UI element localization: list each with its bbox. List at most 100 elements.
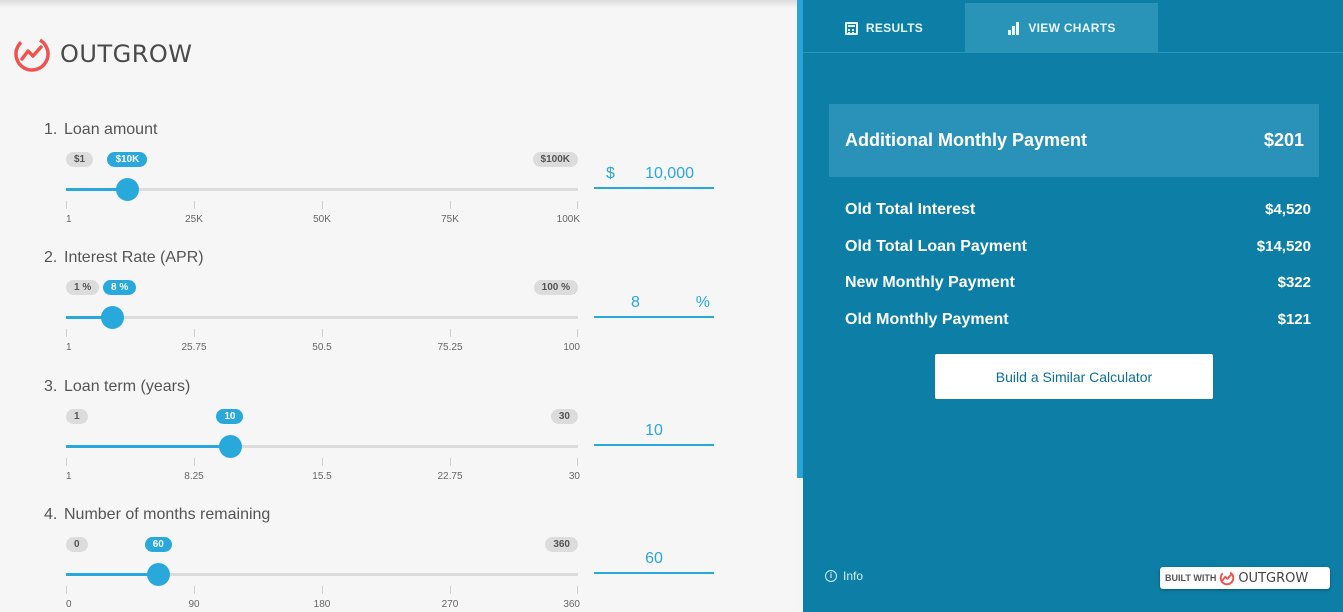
slider-max-badge: 30 <box>550 409 578 424</box>
outgrow-logo[interactable]: OUTGROW <box>13 35 193 73</box>
question-4-input[interactable]: 60 <box>594 544 714 574</box>
slider-tick <box>194 329 195 337</box>
slider-max-badge: 100 % <box>533 280 578 295</box>
slider-tick-label: 75K <box>441 214 459 225</box>
tab-results-label: RESULTS <box>865 21 924 35</box>
input-value: 8 <box>631 294 640 311</box>
input-value: 10 <box>645 422 663 439</box>
question-text: Loan term (years) <box>64 378 191 395</box>
question-number: 1. <box>44 121 58 138</box>
slider-current-badge: 8 % <box>103 280 137 295</box>
slider-tick-label: 8.25 <box>184 471 204 482</box>
slider-tick <box>450 329 451 337</box>
results-panel: RESULTS VIEW CHARTS Additional Monthly P… <box>803 0 1343 612</box>
slider-tick-label: 100K <box>556 214 580 225</box>
slider-tick-label: 25K <box>185 214 203 225</box>
question-label: 1. Loan amount <box>44 121 157 139</box>
slider-fill <box>66 573 159 576</box>
slider-tick <box>577 329 578 337</box>
slider-fill <box>66 445 230 448</box>
slider-handle[interactable] <box>116 178 140 201</box>
slider-min-badge: 0 <box>66 537 88 552</box>
question-3-input[interactable]: 10 <box>594 416 714 446</box>
slider-tick <box>322 458 323 466</box>
result-label: Old Total Interest <box>845 201 976 218</box>
built-with-outgrow-badge[interactable]: BUILT WITH OUTGROW <box>1160 567 1330 589</box>
result-row: Old Total Interest $4,520 <box>845 201 1311 219</box>
slider-tick-label: 22.75 <box>437 471 463 482</box>
slider-tick <box>577 201 578 209</box>
result-value: $4,520 <box>1265 201 1311 218</box>
slider-current-badge: $10K <box>107 152 148 167</box>
result-row: Old Total Loan Payment $14,520 <box>845 238 1311 256</box>
result-value: $121 <box>1277 311 1311 328</box>
question-text: Interest Rate (APR) <box>64 249 204 266</box>
slider-track[interactable] <box>66 178 578 201</box>
slider-tick-label: 25.75 <box>181 342 207 353</box>
highlight-label: Additional Monthly Payment <box>845 130 1088 150</box>
slider-tick <box>577 458 578 466</box>
slider-tick-label: 0 <box>66 599 72 610</box>
question-label: 4. Number of months remaining <box>44 506 270 524</box>
slider-tick-label: 15.5 <box>312 471 332 482</box>
result-value: $14,520 <box>1256 238 1311 255</box>
slider-tick-label: 30 <box>568 471 580 482</box>
slider-min-badge: $1 <box>66 152 94 167</box>
result-row: New Monthly Payment $322 <box>845 274 1311 292</box>
question-label: 2. Interest Rate (APR) <box>44 249 204 267</box>
input-suffix: % <box>695 294 710 311</box>
additional-monthly-payment-card: Additional Monthly Payment $201 <box>829 104 1319 177</box>
info-icon: i <box>825 570 837 582</box>
slider-tick <box>450 586 451 594</box>
slider-tick-label: 270 <box>441 599 459 610</box>
slider-tick-label: 75.25 <box>437 342 463 353</box>
info-label: Info <box>843 569 864 583</box>
slider-max-badge: $100K <box>532 152 578 167</box>
slider-tick-label: 360 <box>563 599 580 610</box>
info-link[interactable]: i Info <box>825 569 863 583</box>
slider-tick-label: 1 <box>66 471 72 482</box>
slider-tick-label: 1 <box>66 214 72 225</box>
logo-text: OUTGROW <box>60 40 193 68</box>
slider-track[interactable] <box>66 563 578 586</box>
highlight-value: $201 <box>1263 130 1304 150</box>
slider-current-badge: 10 <box>216 409 244 424</box>
question-number: 3. <box>44 378 58 395</box>
slider-handle[interactable] <box>101 306 125 329</box>
slider-handle[interactable] <box>147 563 171 586</box>
slider-tick <box>194 458 195 466</box>
bar-chart-icon <box>1007 21 1020 35</box>
slider-tick-label: 90 <box>188 599 200 610</box>
slider-tick <box>194 201 195 209</box>
question-2-input[interactable]: 8% <box>594 288 714 318</box>
slider-min-badge: 1 % <box>66 280 100 295</box>
result-label: Old Total Loan Payment <box>845 238 1027 255</box>
result-label: Old Monthly Payment <box>845 311 1009 328</box>
slider-tick <box>66 201 67 209</box>
tab-results[interactable]: RESULTS <box>803 3 965 53</box>
slider-track[interactable] <box>66 306 578 329</box>
built-with-brand: OUTGROW <box>1238 570 1309 586</box>
build-similar-calculator-button[interactable]: Build a Similar Calculator <box>935 354 1213 399</box>
question-number: 4. <box>44 506 58 523</box>
slider-tick <box>66 458 67 466</box>
calculator-icon <box>844 21 858 35</box>
question-text: Number of months remaining <box>64 506 271 523</box>
slider-tick <box>577 586 578 594</box>
result-value: $322 <box>1277 274 1311 291</box>
slider-tick-label: 100 <box>563 342 580 353</box>
question-1-input[interactable]: $10,000 <box>594 159 714 189</box>
input-value: 10,000 <box>645 165 694 182</box>
slider-tick <box>194 586 195 594</box>
slider-handle[interactable] <box>218 435 242 458</box>
input-value: 60 <box>645 550 663 567</box>
tab-view-charts[interactable]: VIEW CHARTS <box>965 3 1158 53</box>
slider-tick <box>66 586 67 594</box>
question-text: Loan amount <box>64 121 158 138</box>
input-prefix: $ <box>606 165 615 182</box>
question-number: 2. <box>44 249 58 266</box>
calculator-form-panel: OUTGROW 1. Loan amount $1 $10K $100K 1 25K 50K 7… <box>0 0 797 612</box>
slider-tick <box>66 329 67 337</box>
slider-track[interactable] <box>66 435 578 458</box>
slider-min-badge: 1 <box>66 409 88 424</box>
